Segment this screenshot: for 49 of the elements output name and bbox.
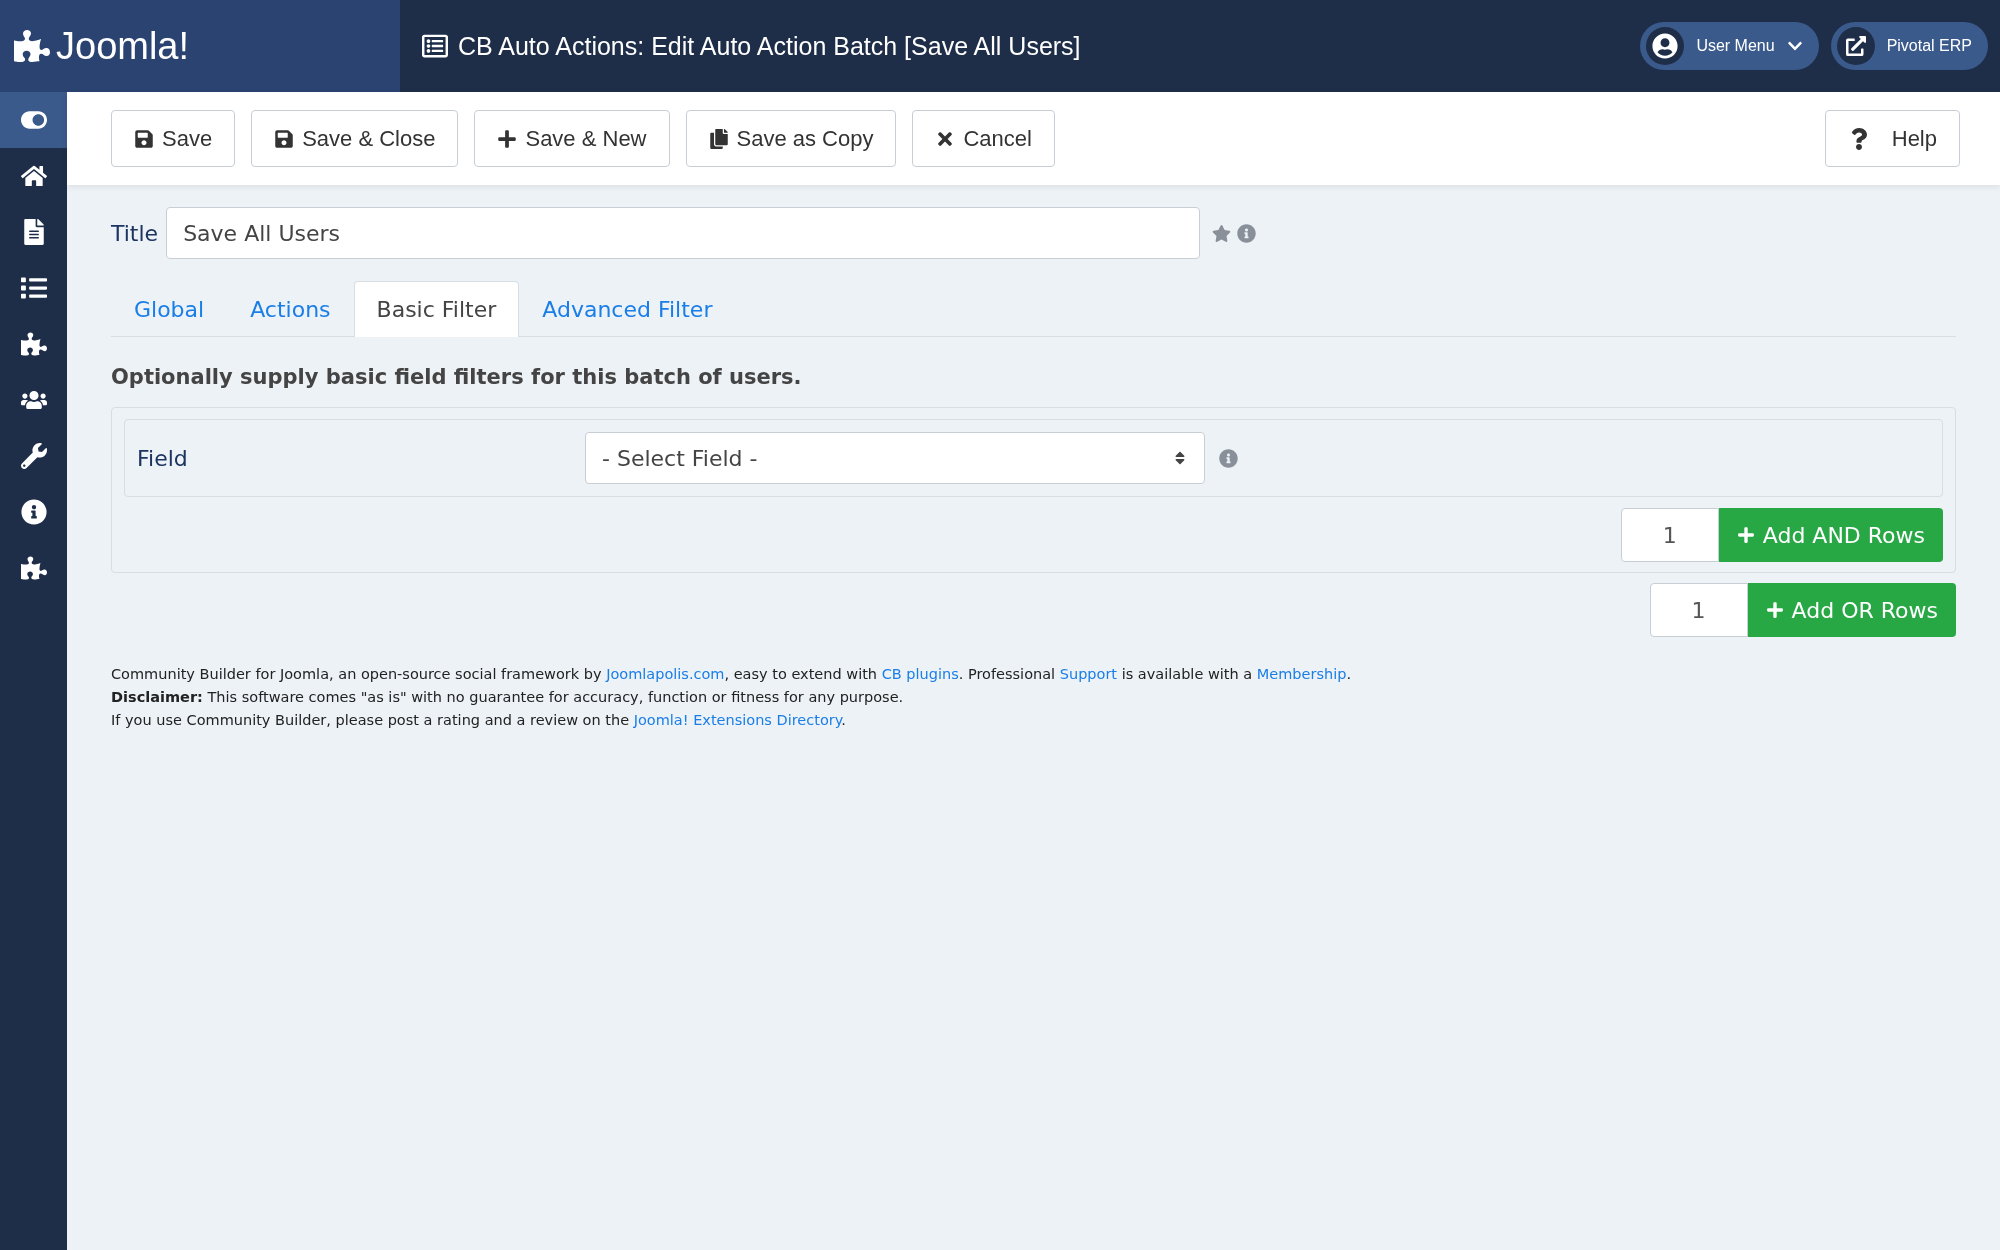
field-label: Field (137, 445, 189, 471)
footer-text: Community Builder for Joomla, an open-source social framework by Joomlapolis.com, easy to extend with CB plugins. Professional Support is available with a Membership. (111, 665, 1353, 684)
info-icon (20, 499, 47, 525)
or-count-input[interactable]: 1 (1649, 583, 1748, 637)
footer-link[interactable]: Joomlapolis.com (606, 666, 725, 682)
puzzle-icon (20, 555, 47, 581)
home-icon (20, 163, 47, 189)
page-title: CB Auto Actions: Edit Auto Action Batch [Save All Users] (458, 31, 1081, 61)
user-menu-button[interactable]: User Menu (1640, 22, 1819, 70)
plus-icon (1736, 526, 1755, 544)
footer-link[interactable]: Support (1059, 666, 1118, 682)
sidebar-item[interactable] (0, 92, 67, 148)
save-icon (134, 128, 154, 149)
info-icon (1237, 223, 1257, 243)
info-icon (1219, 448, 1238, 468)
user-icon (1652, 33, 1679, 59)
footer-link[interactable]: Joomla! Extensions Directory (633, 712, 842, 728)
field-select[interactable]: - Select Field - (585, 432, 1205, 484)
site-link-button[interactable]: Pivotal ERP (1830, 22, 1988, 70)
toolbar-button[interactable]: Save (111, 110, 236, 167)
logo-icon (14, 28, 50, 64)
help-button[interactable]: Help (1824, 110, 1960, 167)
tab[interactable]: Advanced Filter (519, 281, 736, 337)
star-icon (1212, 223, 1232, 243)
tab[interactable]: Global (111, 281, 228, 337)
plus-icon (497, 128, 518, 149)
copy-icon (708, 128, 729, 149)
intro-text: Optionally supply basic field filters for this batch of users. (111, 365, 803, 389)
title-input[interactable]: Save All Users (166, 207, 1201, 259)
puzzle-icon (20, 331, 47, 357)
and-count-input[interactable]: 1 (1620, 508, 1719, 562)
save-icon (274, 128, 295, 149)
toolbar-button[interactable]: Save as Copy (685, 110, 897, 167)
toolbar-button[interactable]: Cancel (912, 110, 1055, 167)
tab[interactable]: Basic Filter (353, 281, 520, 337)
list-icon (20, 275, 47, 301)
toolbar-button[interactable]: Save & New (474, 110, 670, 167)
footer-text: If you use Community Builder, please post a rating and a review on the Joomla! Extensions Directory. (111, 711, 847, 730)
tab[interactable]: Actions (227, 281, 354, 337)
footer-link[interactable]: CB plugins (881, 666, 959, 682)
list-icon (422, 33, 448, 59)
toolbar-button[interactable]: Save & Close (251, 110, 459, 167)
wrench-icon (20, 443, 47, 469)
footer-link[interactable]: Membership (1256, 666, 1347, 682)
title-label: Title (111, 220, 159, 246)
footer-text: Disclaimer: This software comes "as is" with no guarantee for accuracy, function or fitness for any purpose. (111, 688, 905, 707)
external-link-icon (1845, 36, 1866, 56)
logo-text: Joomla! (56, 24, 190, 68)
plus-icon (1765, 601, 1784, 619)
